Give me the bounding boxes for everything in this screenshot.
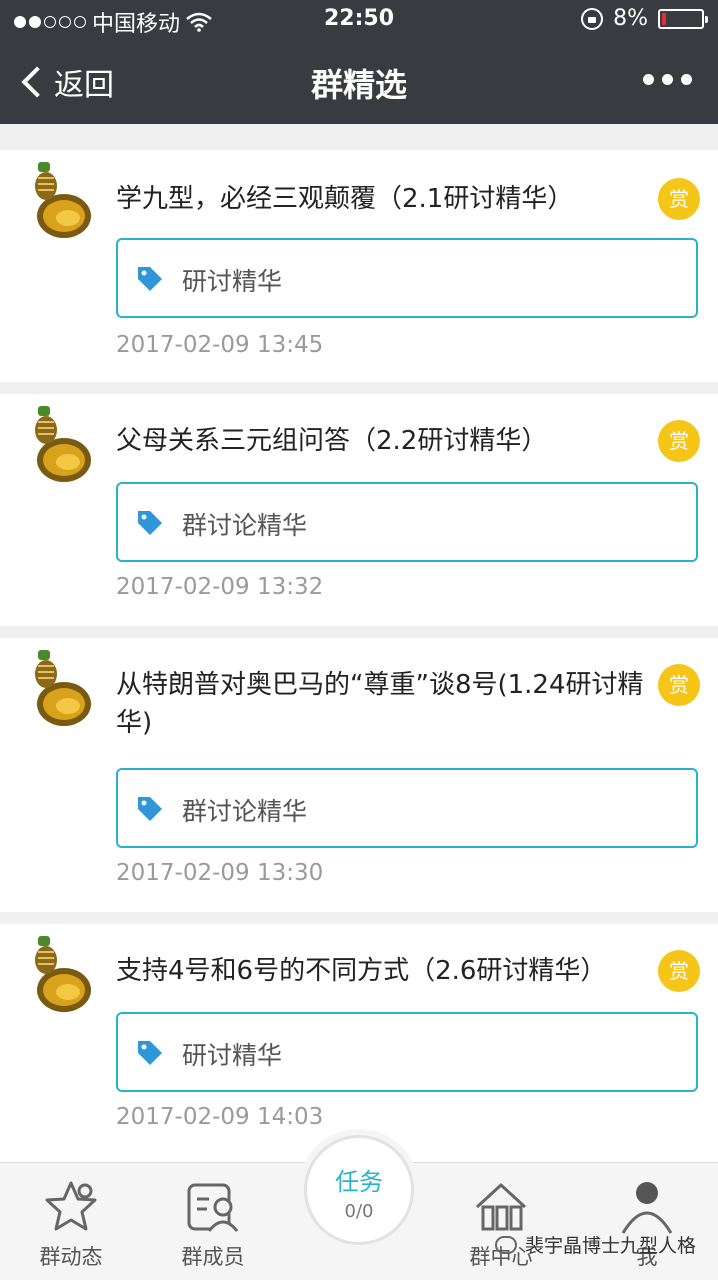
- post-time: 2017-02-09 13:45: [116, 332, 324, 358]
- wechat-icon: [494, 1235, 517, 1254]
- task-label: 任务: [335, 1168, 383, 1196]
- task-button[interactable]: 任务 0/0: [304, 1135, 414, 1245]
- tag-icon: [138, 267, 162, 291]
- nav-bar: 返回 群精选: [0, 40, 718, 124]
- post-tag-box[interactable]: 研讨精华: [116, 238, 698, 318]
- task-count: 0/0: [344, 1201, 374, 1222]
- post-title[interactable]: 学九型，必经三观颠覆（2.1研讨精华）: [116, 180, 632, 218]
- post-tag-label: 研讨精华: [182, 267, 283, 296]
- gourd-avatar-icon: [35, 936, 91, 1012]
- gourd-avatar-icon: [35, 162, 91, 238]
- page-title: 群精选: [310, 66, 407, 104]
- post-time: 2017-02-09 13:30: [116, 860, 324, 886]
- post-tag-box[interactable]: 群讨论精华: [116, 768, 698, 848]
- status-bar: 中国移动 22:50 8%: [0, 0, 718, 40]
- user-icon: [621, 1182, 673, 1234]
- post-tag-label: 群讨论精华: [182, 797, 308, 826]
- post-card[interactable]: 支持4号和6号的不同方式（2.6研讨精华） 赏 研讨精华 2017-02-09 …: [0, 924, 718, 1162]
- post-tag-box[interactable]: 群讨论精华: [116, 482, 698, 562]
- tag-icon: [138, 511, 162, 535]
- bottom-tab-bar: 群动态 群成员 任务 0/0 群中心 我 裴宇晶博士九型人格: [0, 1135, 718, 1280]
- post-time: 2017-02-09 14:03: [116, 1104, 324, 1130]
- tab-label: 群动态: [39, 1245, 103, 1269]
- post-title[interactable]: 支持4号和6号的不同方式（2.6研讨精华）: [116, 952, 632, 990]
- post-title[interactable]: 从特朗普对奥巴马的“尊重”谈8号(1.24研讨精华): [116, 666, 658, 742]
- tag-icon: [138, 797, 162, 821]
- watermark: 裴宇晶博士九型人格: [494, 1231, 696, 1258]
- gourd-avatar-icon: [35, 650, 91, 726]
- more-options-button[interactable]: [643, 74, 692, 85]
- reward-badge[interactable]: 赏: [658, 664, 700, 706]
- home-icon: [475, 1183, 527, 1231]
- post-title[interactable]: 父母关系三元组问答（2.2研讨精华）: [116, 422, 632, 460]
- reward-badge[interactable]: 赏: [658, 420, 700, 462]
- rotation-lock-icon: [581, 7, 604, 30]
- tab-group-feed[interactable]: 群动态: [16, 1177, 126, 1271]
- reward-badge[interactable]: 赏: [658, 950, 700, 992]
- post-tag-box[interactable]: 研讨精华: [116, 1012, 698, 1092]
- gourd-avatar-icon: [35, 406, 91, 482]
- reward-badge[interactable]: 赏: [658, 178, 700, 220]
- post-card[interactable]: 父母关系三元组问答（2.2研讨精华） 赏 群讨论精华 2017-02-09 13…: [0, 394, 718, 626]
- post-card[interactable]: 从特朗普对奥巴马的“尊重”谈8号(1.24研讨精华) 赏 群讨论精华 2017-…: [0, 638, 718, 912]
- post-tag-label: 研讨精华: [182, 1041, 283, 1070]
- post-time: 2017-02-09 13:32: [116, 574, 324, 600]
- tab-group-members[interactable]: 群成员: [158, 1177, 268, 1271]
- post-card[interactable]: 学九型，必经三观颠覆（2.1研讨精华） 赏 研讨精华 2017-02-09 13…: [0, 150, 718, 382]
- star-icon: [45, 1181, 97, 1231]
- post-tag-label: 群讨论精华: [182, 511, 308, 540]
- tab-label: 群成员: [181, 1245, 245, 1269]
- members-card-icon: [187, 1183, 239, 1232]
- battery-icon: [658, 8, 708, 29]
- tag-icon: [138, 1041, 162, 1065]
- watermark-text: 裴宇晶博士九型人格: [524, 1235, 696, 1257]
- more-dot-icon: [643, 74, 654, 85]
- battery-percent: 8%: [613, 6, 648, 31]
